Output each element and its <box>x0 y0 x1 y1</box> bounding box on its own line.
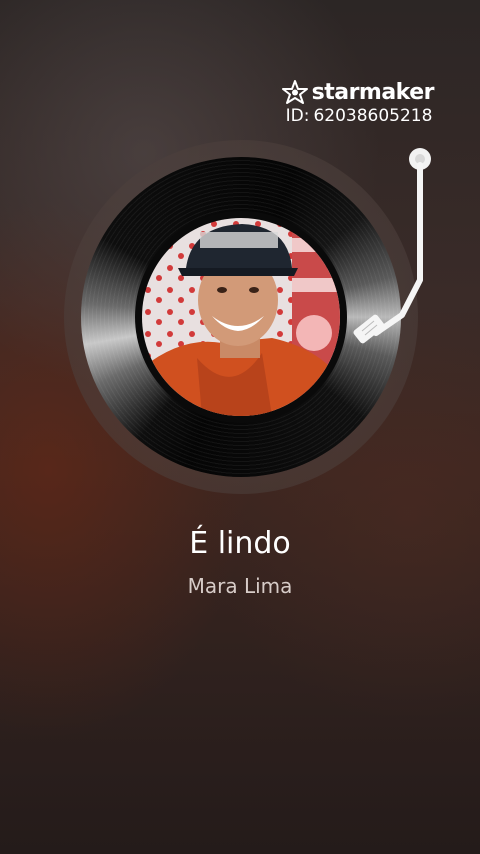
user-id: ID: 62038605218 <box>286 106 434 126</box>
id-label: ID: <box>285 106 310 126</box>
tonearm-icon <box>353 148 431 344</box>
starmaker-watermark: starmaker ID: 62038605218 <box>281 80 435 126</box>
brand-name: starmaker <box>311 80 435 105</box>
starmaker-logo-icon <box>281 80 308 104</box>
artist-name: Mara Lima <box>187 574 293 598</box>
album-cover[interactable] <box>142 218 340 416</box>
song-title: É lindo <box>189 526 291 561</box>
id-value: 62038605218 <box>313 106 433 126</box>
